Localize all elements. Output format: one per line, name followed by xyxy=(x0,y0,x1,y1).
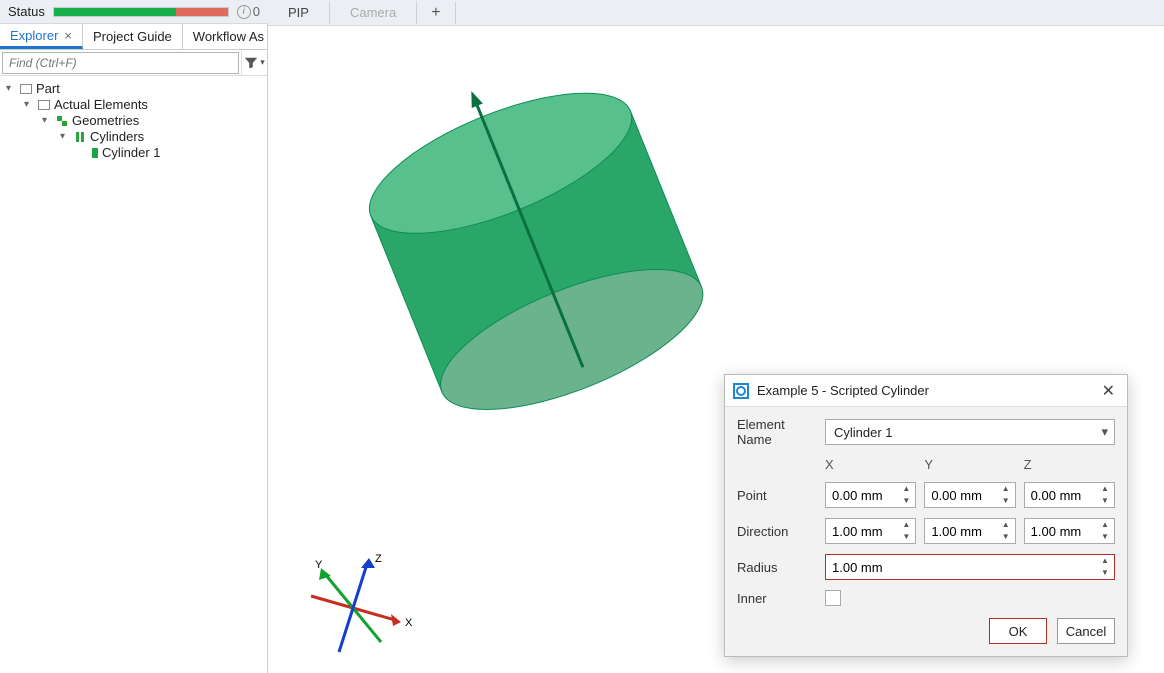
tree-geometries[interactable]: ▾ Geometries xyxy=(42,113,263,128)
tab-explorer[interactable]: Explorer × xyxy=(0,24,83,49)
dialog-icon xyxy=(733,383,749,399)
tree-label: Actual Elements xyxy=(54,97,148,112)
element-name-value: Cylinder 1 xyxy=(834,425,893,440)
status-bar: Status i 0 xyxy=(0,0,268,24)
dialog-scripted-cylinder: Example 5 - Scripted Cylinder ✕ Element … xyxy=(724,374,1128,657)
cylinders-icon xyxy=(74,131,86,143)
dialog-body: Element Name Cylinder 1 X Y Z Point ▲▼ ▲… xyxy=(725,407,1127,610)
info-icon: i xyxy=(237,5,251,19)
point-y-field[interactable]: ▲▼ xyxy=(924,482,1015,508)
find-input[interactable] xyxy=(2,52,239,74)
tree-actual-elements[interactable]: ▾ Actual Elements xyxy=(24,97,263,112)
dir-x-field[interactable]: ▲▼ xyxy=(825,518,916,544)
geometry-icon xyxy=(56,115,68,127)
inner-label: Inner xyxy=(737,591,817,606)
close-icon[interactable]: × xyxy=(64,28,72,43)
tree-part[interactable]: ▾ Part xyxy=(6,81,263,96)
tree-label: Part xyxy=(36,81,60,96)
tab-workflow[interactable]: Workflow As xyxy=(183,24,267,49)
tab-label: Workflow As xyxy=(193,29,264,44)
tree-label: Geometries xyxy=(72,113,139,128)
col-y: Y xyxy=(924,457,1015,472)
info-badge[interactable]: i 0 xyxy=(237,4,260,19)
filter-button[interactable]: ▾ xyxy=(241,50,267,76)
chevron-down-icon: ▾ xyxy=(42,115,52,126)
left-tabs: Explorer × Project Guide Workflow As xyxy=(0,24,267,50)
tab-project-guide[interactable]: Project Guide xyxy=(83,24,183,49)
find-row: ▾ xyxy=(0,50,267,76)
tree-cylinders[interactable]: ▾ Cylinders xyxy=(60,129,263,144)
status-progress xyxy=(53,7,229,17)
close-icon[interactable]: ✕ xyxy=(1098,381,1119,401)
tab-pip[interactable]: PIP xyxy=(268,1,330,24)
tree-cylinder-1[interactable]: Cylinder 1 xyxy=(78,145,267,160)
chevron-down-icon: ▾ xyxy=(24,99,34,110)
point-z-field[interactable]: ▲▼ xyxy=(1024,482,1115,508)
element-name-select[interactable]: Cylinder 1 xyxy=(825,419,1115,445)
col-x: X xyxy=(825,457,916,472)
chevron-down-icon: ▾ xyxy=(6,83,16,94)
funnel-icon xyxy=(244,56,258,70)
tree: ▾ Part ▾ Actual Elements xyxy=(0,76,267,673)
dir-z-field[interactable]: ▲▼ xyxy=(1024,518,1115,544)
axis-y-label: Y xyxy=(315,559,323,571)
point-label: Point xyxy=(737,488,817,503)
status-label: Status xyxy=(8,4,45,19)
axis-z-label: Z xyxy=(375,553,382,565)
col-z: Z xyxy=(1024,457,1115,472)
chevron-down-icon: ▾ xyxy=(60,131,70,142)
radius-label: Radius xyxy=(737,560,817,575)
left-panel: Explorer × Project Guide Workflow As ▾ ▾… xyxy=(0,24,268,673)
cylinder-geometry xyxy=(328,56,748,476)
tab-label: Project Guide xyxy=(93,29,172,44)
chevron-down-icon: ▾ xyxy=(260,57,265,68)
folder-icon xyxy=(38,100,50,110)
dir-y-field[interactable]: ▲▼ xyxy=(924,518,1015,544)
dialog-title: Example 5 - Scripted Cylinder xyxy=(757,383,929,398)
point-x-field[interactable]: ▲▼ xyxy=(825,482,916,508)
tab-add[interactable]: + xyxy=(417,2,455,24)
inner-checkbox[interactable] xyxy=(825,590,841,606)
direction-label: Direction xyxy=(737,524,817,539)
tree-label: Cylinder 1 xyxy=(102,145,161,160)
tab-label: Explorer xyxy=(10,28,58,43)
tree-label: Cylinders xyxy=(90,129,144,144)
cylinder-icon xyxy=(92,148,98,158)
cancel-button[interactable]: Cancel xyxy=(1057,618,1115,644)
dialog-buttons: OK Cancel xyxy=(725,610,1127,656)
viewport-tabs: PIP Camera + xyxy=(268,0,1164,26)
axis-x-label: X xyxy=(405,617,413,629)
dialog-titlebar[interactable]: Example 5 - Scripted Cylinder ✕ xyxy=(725,375,1127,407)
info-count: 0 xyxy=(253,4,260,19)
tab-camera[interactable]: Camera xyxy=(330,1,417,24)
radius-field[interactable]: ▲▼ xyxy=(825,554,1115,580)
axes-gizmo: X Y Z xyxy=(298,543,418,663)
ok-button[interactable]: OK xyxy=(989,618,1047,644)
part-icon xyxy=(20,84,32,94)
element-name-label: Element Name xyxy=(737,417,817,447)
